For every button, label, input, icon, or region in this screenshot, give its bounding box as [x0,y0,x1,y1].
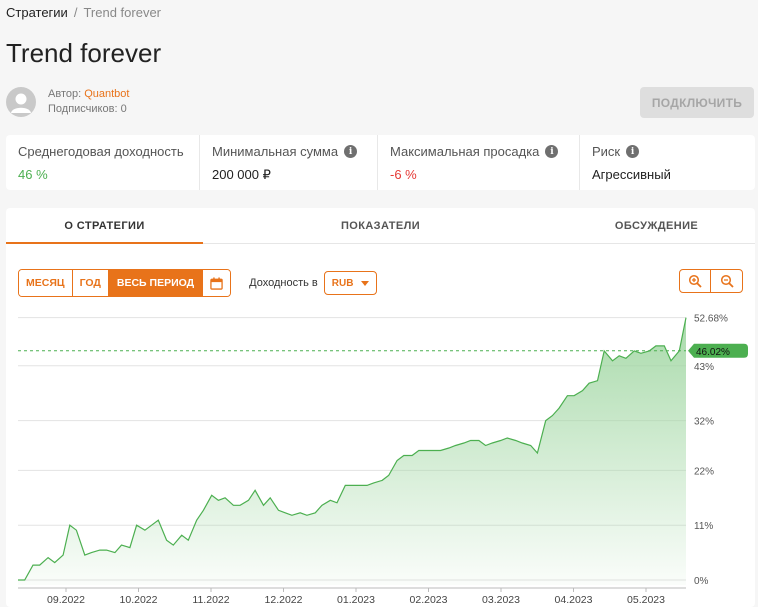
y-tick-label: 0% [694,576,709,587]
breadcrumb-current: Trend forever [83,5,162,20]
zoom-out-icon [720,274,734,288]
period-all-button[interactable]: ВЕСЬ ПЕРИОД [108,270,204,296]
zoom-out-button[interactable] [711,270,742,292]
calendar-button[interactable] [203,270,231,296]
stat-value: 200 000 ₽ [212,167,271,182]
author-info: Автор: Quantbot Подписчиков: 0 [48,87,129,117]
zoom-controls [679,269,743,293]
period-month-button[interactable]: МЕСЯЦ [19,270,73,296]
info-icon[interactable]: i [626,145,640,158]
current-value-label: 46.02% [696,347,730,358]
x-tick-label: 02.2023 [410,594,448,606]
stats-panel: Среднегодовая доходность 46 % Минимальна… [6,135,755,190]
stat-label: Минимальная сумма [212,144,339,159]
subscribers-count: Подписчиков: 0 [48,103,127,115]
x-tick-label: 04.2023 [555,594,593,606]
tab-about[interactable]: О СТРАТЕГИИ [6,208,203,244]
subscribe-button[interactable]: ПОДКЛЮЧИТЬ [640,87,754,118]
breadcrumb-link-strategies[interactable]: Стратегии [6,5,68,20]
series-area [18,317,686,585]
info-icon[interactable]: i [545,145,559,158]
avatar[interactable] [6,87,36,117]
info-icon[interactable]: i [344,145,358,158]
chevron-down-icon [361,280,370,286]
x-tick-label: 11.2022 [192,594,229,606]
stat-risk: Риск i Агрессивный [580,135,755,190]
stat-max-drawdown: Максимальная просадка i -6 % [378,135,580,190]
stat-label: Максимальная просадка [390,144,540,159]
performance-chart[interactable]: 0% 11% 22% 32% 43% 52.68% 09.2022 10.2022 11.202… [6,303,755,607]
x-tick-label: 12.2022 [265,594,303,606]
y-tick-label: 11% [694,521,713,532]
zoom-in-icon [688,274,702,288]
currency-select[interactable]: RUB [323,271,378,295]
page-title: Trend forever [6,38,162,68]
stat-value: Агрессивный [592,167,671,182]
tab-bar: О СТРАТЕГИИ ПОКАЗАТЕЛИ ОБСУЖДЕНИЕ [6,208,755,244]
breadcrumb-separator: / [73,5,78,20]
breadcrumb: Стратегии / Trend forever [6,5,161,20]
calendar-icon [210,276,223,290]
author-name-link[interactable]: Quantbot [84,88,129,100]
stat-label: Среднегодовая доходность [18,144,184,159]
chart-svg: 0% 11% 22% 32% 43% 52.68% 09.2022 10.2022 11.202… [18,314,748,606]
x-tick-label: 01.2023 [337,594,375,606]
strategy-card: О СТРАТЕГИИ ПОКАЗАТЕЛИ ОБСУЖДЕНИЕ МЕСЯЦ … [6,208,755,607]
y-tick-label: 32% [694,417,714,428]
y-tick-label: 52.68% [694,314,728,325]
stat-label: Риск [592,144,621,159]
x-tick-label: 09.2022 [47,594,85,606]
author-label: Автор: [48,88,82,100]
stat-min-amount: Минимальная сумма i 200 000 ₽ [200,135,378,190]
stat-annual-yield: Среднегодовая доходность 46 % [6,135,200,190]
y-tick-label: 22% [694,466,714,477]
x-tick-label: 10.2022 [120,594,158,606]
chart-controls: МЕСЯЦ ГОД ВЕСЬ ПЕРИОД Доходность в RUB [18,269,378,297]
stat-value: 46 % [18,167,48,182]
y-tick-label: 43% [694,362,714,373]
currency-value: RUB [331,277,354,289]
yield-currency-label: Доходность в [249,277,318,289]
stat-value: -6 % [390,167,417,182]
x-tick-label: 05.2023 [627,594,665,606]
user-icon [11,93,31,113]
zoom-in-button[interactable] [680,270,711,292]
author-block: Автор: Quantbot Подписчиков: 0 [6,87,129,117]
x-tick-label: 03.2023 [482,594,520,606]
tab-discussion[interactable]: ОБСУЖДЕНИЕ [558,208,755,243]
period-year-button[interactable]: ГОД [72,270,109,296]
period-selector: МЕСЯЦ ГОД ВЕСЬ ПЕРИОД [18,269,232,297]
tab-metrics[interactable]: ПОКАЗАТЕЛИ [203,208,558,243]
